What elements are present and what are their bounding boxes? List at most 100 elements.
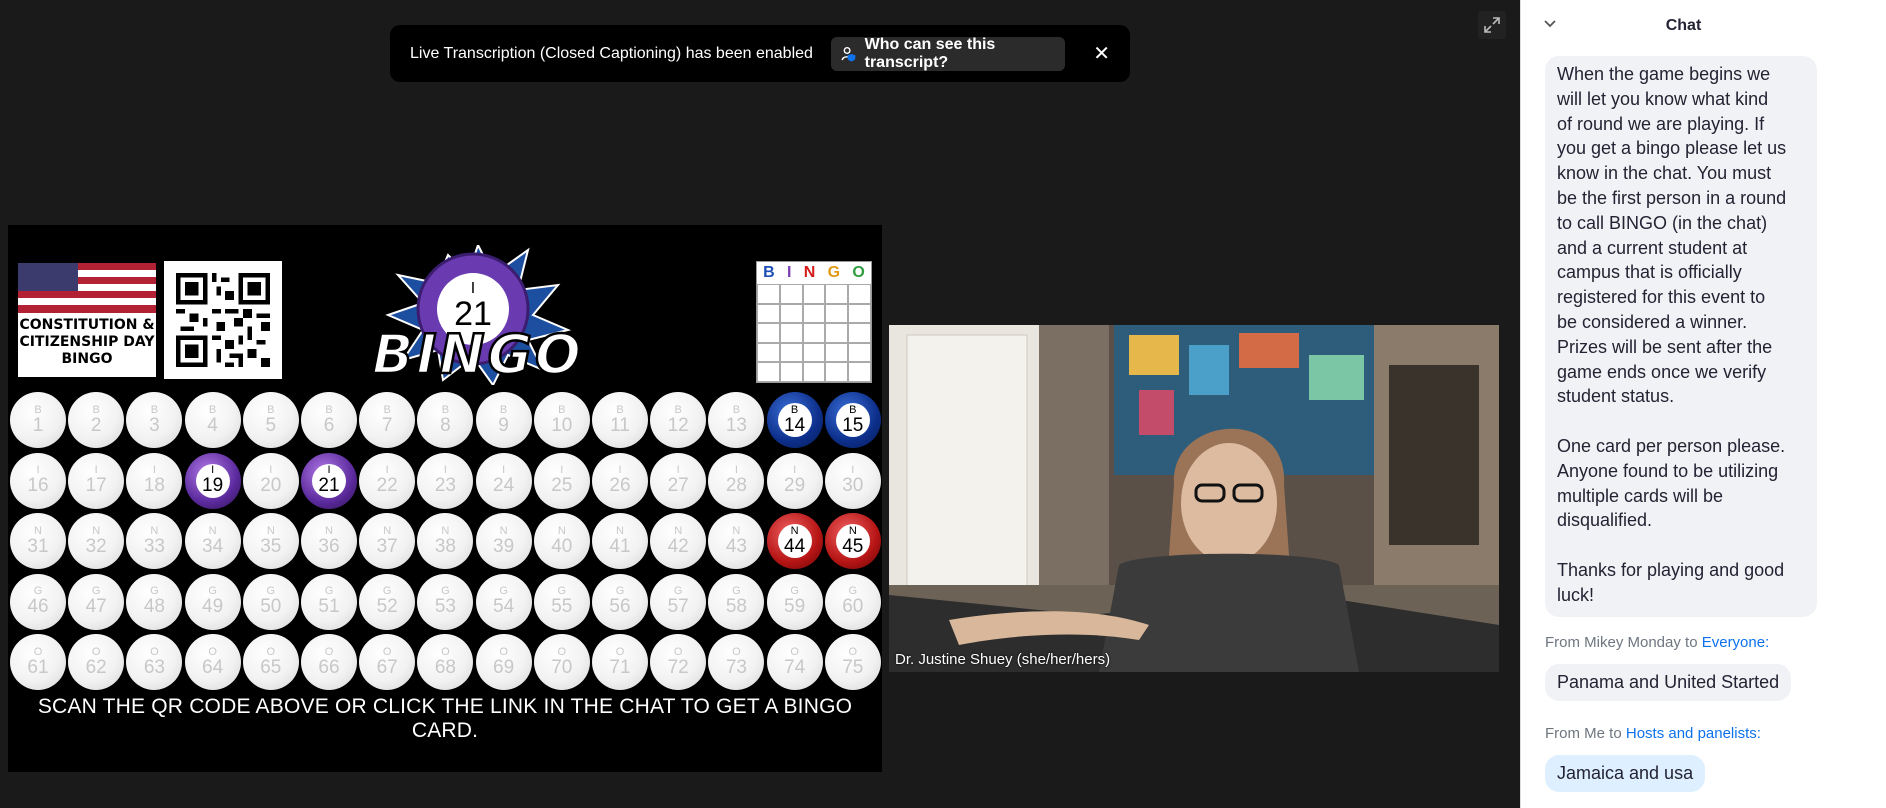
close-icon[interactable]: ✕ [1093, 41, 1110, 66]
ball-number: 3 [149, 414, 160, 436]
event-title: CONSTITUTION & CITIZENSHIP DAY BINGO [19, 317, 155, 367]
ball-number: 37 [376, 535, 398, 557]
number-ball: G 53 [417, 573, 474, 630]
ball-letter: N [616, 524, 624, 537]
ball-number: 39 [493, 535, 515, 557]
number-ball: I 29 [766, 452, 823, 509]
ball-number: 52 [376, 596, 398, 617]
number-ball: B3 [126, 392, 183, 448]
ball-number: 60 [842, 596, 864, 617]
participant-video[interactable]: Dr. Justine Shuey (she/her/hers) [889, 325, 1499, 672]
ball-number: 49 [202, 596, 224, 617]
recipient-link[interactable]: Hosts and panelists: [1626, 725, 1761, 742]
chat-message-line: disqualified. [1557, 510, 1653, 531]
number-ball: B5 [242, 392, 299, 448]
number-ball: G 50 [242, 573, 299, 630]
ball-letter: B [616, 403, 624, 416]
ball-number: 64 [202, 656, 224, 678]
ball-number: 74 [784, 656, 806, 678]
chat-message-line: be considered a winner. [1557, 311, 1748, 332]
called-number-ball: B 14 [766, 392, 823, 448]
number-ball: G 51 [301, 573, 357, 630]
chat-message-line: game ends once we verify [1557, 361, 1767, 382]
who-can-see-transcript-button[interactable]: Who can see this transcript? [830, 35, 1066, 71]
ball-number: 5 [265, 414, 277, 436]
chat-message-sender: From Mikey Monday to Everyone: [1545, 634, 1770, 651]
chat-message-line: Anyone found to be utilizing [1557, 460, 1779, 481]
ball-number: 69 [493, 656, 515, 678]
ball-letter: O [33, 645, 43, 658]
who-can-see-label: Who can see this transcript? [864, 35, 996, 71]
number-ball: B2 [68, 392, 125, 448]
ball-number: 23 [434, 475, 456, 496]
ball-number: 31 [27, 535, 49, 557]
number-ball: I 26 [592, 452, 648, 509]
ball-number: 22 [376, 475, 398, 496]
ball-number: 20 [260, 475, 282, 496]
ball-number: 29 [784, 475, 806, 496]
number-ball: G 47 [68, 573, 125, 630]
ball-number: 6 [323, 414, 335, 436]
ball-letter: N [383, 524, 392, 537]
number-ball: G 54 [475, 573, 532, 630]
ball-number: 42 [667, 535, 689, 557]
number-ball: B 11 [592, 392, 648, 448]
ball-number: 57 [667, 596, 689, 617]
ball-number: 44 [784, 535, 806, 557]
ball-number: 71 [609, 656, 631, 678]
ball-letter: B [150, 403, 159, 416]
chat-message-line: will let you know what kind [1557, 88, 1769, 109]
chat-message-line: Thanks for playing and good [1557, 559, 1785, 580]
called-number-ball: B 15 [824, 392, 881, 448]
person-shield-icon [841, 46, 856, 61]
ball-number: 35 [260, 535, 282, 557]
number-ball: B 10 [533, 392, 590, 448]
ball-letter: B [790, 403, 799, 416]
bingo-card-letter: I [787, 264, 792, 281]
ball-letter: O [732, 645, 741, 658]
qr-code [164, 261, 282, 379]
ball-letter: N [208, 524, 217, 537]
number-ball: I 24 [475, 452, 532, 509]
number-ball: G 58 [708, 573, 765, 630]
ball-letter: N [441, 524, 450, 537]
ball-number: 41 [609, 535, 631, 557]
ball-letter: B [383, 403, 391, 416]
number-ball: I 25 [533, 452, 590, 509]
ball-letter: O [790, 645, 799, 658]
called-number-ball: N 45 [824, 513, 881, 569]
number-ball: G 57 [650, 573, 707, 630]
ball-letter: O [266, 645, 276, 658]
number-ball: O 71 [592, 634, 648, 690]
recipient-link[interactable]: Everyone: [1702, 634, 1770, 651]
ball-letter: N [150, 524, 159, 537]
ball-letter: O [91, 645, 101, 658]
chevron-down-icon[interactable] [1543, 17, 1557, 31]
chat-message-line: know in the chat. You must [1557, 163, 1772, 184]
number-ball: O 63 [126, 634, 183, 690]
number-ball: B6 [301, 392, 357, 448]
number-ball: I 28 [708, 452, 765, 509]
called-number-ball: I 21 [301, 452, 357, 509]
ball-letter: B [34, 403, 42, 416]
number-ball: O 74 [766, 634, 823, 690]
ball-letter: B [92, 403, 100, 416]
ball-number: 32 [85, 535, 107, 557]
ball-number: 30 [842, 475, 864, 496]
expand-icon[interactable] [1478, 11, 1506, 39]
ball-number: 9 [498, 414, 509, 436]
bingo-card-thumbnail: BINGO [756, 261, 872, 383]
ball-letter: N [92, 524, 101, 537]
chat-message-line: luck! [1557, 584, 1595, 605]
number-ball: G 55 [533, 573, 590, 630]
number-ball: N 39 [475, 513, 532, 569]
called-numbers-board: B 1 B 2 B 3 B 4 B 5 B 6 B 7 B 8 B 9 B 10 B 11 B 12 B 13 B 14 B 15 I 16 I… [8, 392, 882, 697]
ball-number: 10 [551, 414, 573, 436]
bingo-card-letter: G [827, 264, 841, 281]
number-ball: O 61 [10, 634, 66, 690]
ball-number: 8 [440, 414, 451, 436]
chat-message-line: be the first person in a round [1557, 187, 1787, 208]
number-ball: N 36 [301, 513, 357, 569]
ball-letter: O [615, 645, 625, 658]
ball-letter: B [499, 403, 508, 416]
